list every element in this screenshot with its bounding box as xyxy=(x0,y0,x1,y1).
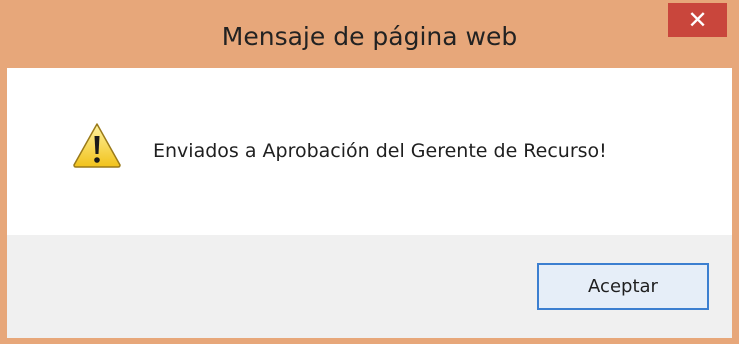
accept-button[interactable]: Aceptar xyxy=(537,263,709,310)
dialog-window: Mensaje de página web ✕ Enviados a Aprob… xyxy=(0,0,739,344)
dialog-message: Enviados a Aprobación del Gerente de Rec… xyxy=(153,140,607,162)
title-bar[interactable]: Mensaje de página web ✕ xyxy=(0,0,739,68)
close-button[interactable]: ✕ xyxy=(668,3,727,37)
dialog-footer: Aceptar xyxy=(7,235,732,338)
dialog-content: Enviados a Aprobación del Gerente de Rec… xyxy=(7,68,732,235)
warning-icon xyxy=(73,123,121,168)
dialog-title: Mensaje de página web xyxy=(221,22,518,51)
close-icon: ✕ xyxy=(687,6,708,34)
